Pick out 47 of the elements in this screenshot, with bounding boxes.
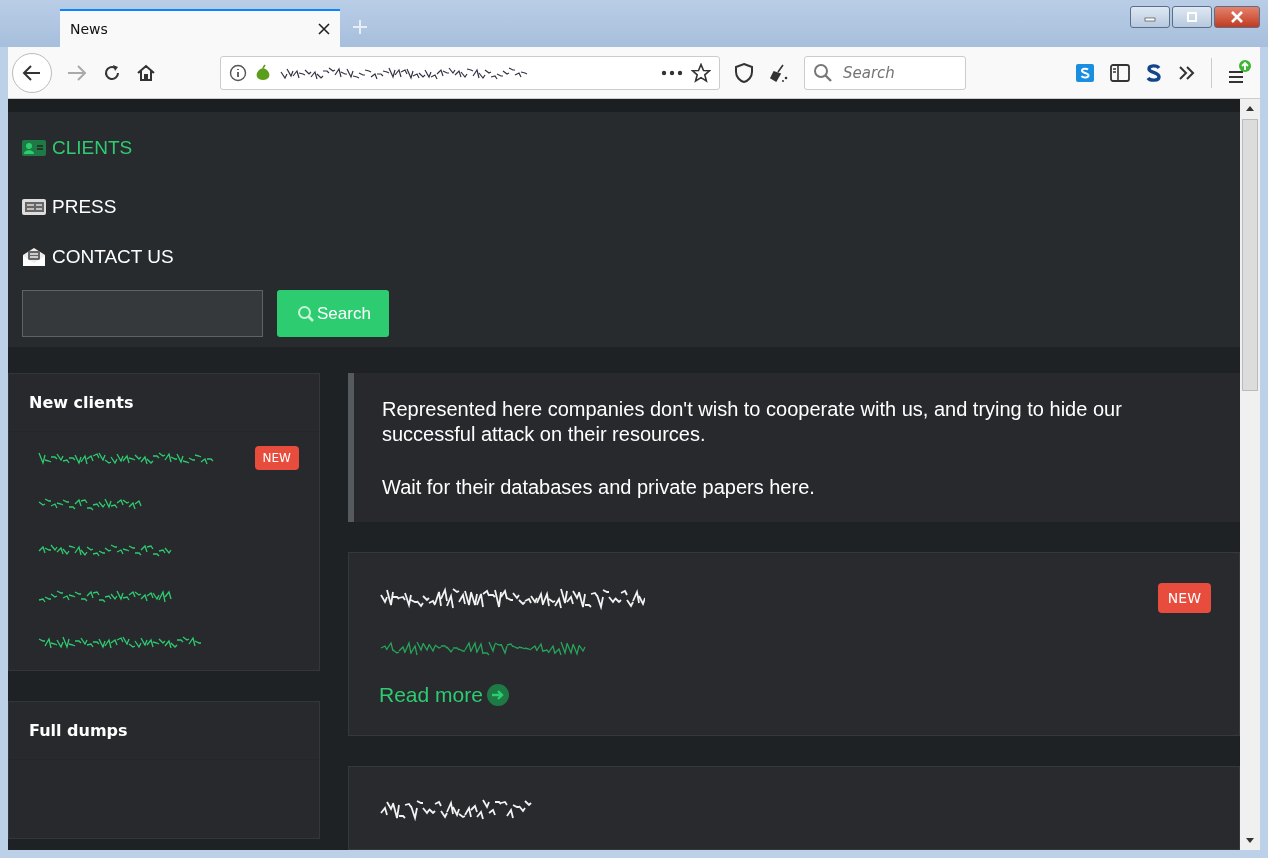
nav-link[interactable]: CONTACT US [22,232,1226,282]
more-icon[interactable] [661,69,683,76]
envelope-icon [22,247,46,267]
notice-text: Wait for their databases and private papers here. [382,475,816,500]
scroll-down-icon[interactable] [1246,838,1254,844]
scrambled-link-drawing[interactable] [379,639,587,657]
search-input[interactable] [22,290,263,337]
back-arrow-icon [22,63,42,82]
read-more-link[interactable]: Read more [379,683,509,707]
new-badge: NEW [1157,583,1211,613]
scrollbar[interactable] [1240,99,1260,850]
back-button[interactable] [12,52,52,93]
contact-card-icon [22,139,46,157]
close-icon[interactable] [318,23,330,35]
close-button[interactable] [1214,6,1260,28]
browser-tab[interactable]: News [60,9,340,47]
restore-icon [1186,12,1198,22]
star-icon[interactable] [691,62,711,83]
panel-title: New clients [29,393,134,412]
scrambled-link-drawing[interactable] [37,634,203,650]
newspaper-icon [22,198,46,216]
close-icon [1230,11,1244,23]
notice-text: Represented here companies don't wish to cooperate with us, and trying to hide our successful attack on their resources. [382,397,1123,447]
nav-link[interactable]: CLIENTS [22,134,1226,162]
arrow-right-icon [486,684,509,706]
search-icon [297,304,315,323]
shield-icon[interactable] [734,61,754,84]
nav-link[interactable]: PRESS [22,182,1226,232]
info-icon[interactable] [229,63,247,82]
scrambled-link-drawing[interactable] [37,496,143,512]
home-icon[interactable] [136,62,156,83]
minimize-button[interactable] [1130,6,1170,28]
restore-button[interactable] [1172,6,1212,28]
search-icon [813,62,833,83]
skype-icon[interactable] [1075,62,1095,83]
s-logo-icon[interactable] [1145,62,1163,83]
scroll-up-icon[interactable] [1246,105,1254,111]
new-badge: NEW [254,446,299,470]
reload-icon[interactable] [102,62,122,83]
address-bar[interactable] [220,55,720,90]
panel-title: Full dumps [29,721,128,740]
menu-icon[interactable] [1226,59,1252,86]
search-field[interactable]: Search [804,55,966,90]
overflow-icon[interactable] [1177,63,1197,82]
sidebar-icon[interactable] [1109,62,1131,83]
scrambled-link-drawing[interactable] [37,588,173,604]
onion-icon [255,63,271,82]
